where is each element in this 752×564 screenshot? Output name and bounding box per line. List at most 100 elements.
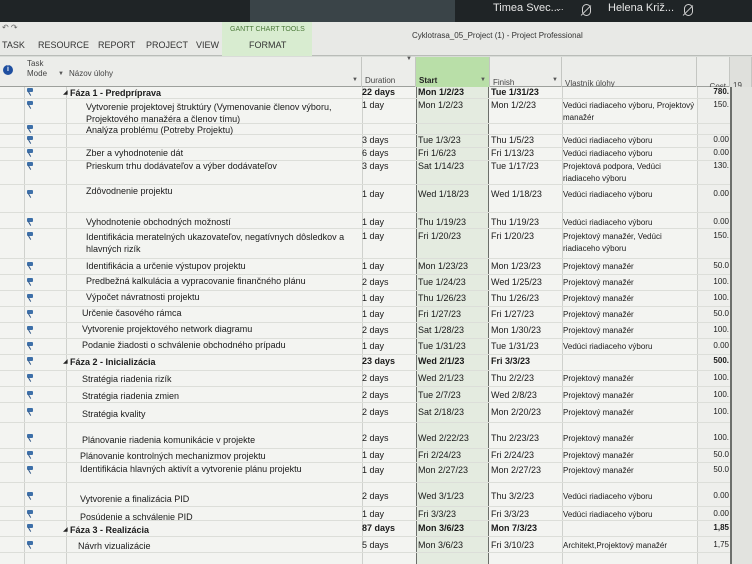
dropdown-arrow-icon[interactable]: ▼: [58, 71, 64, 82]
table-row[interactable]: Stratégia kvality 2 days Sat 2/18/23 Mon 2/…: [0, 403, 730, 423]
context-group-label: GANTT CHART TOOLS: [230, 26, 305, 33]
info-icon[interactable]: i: [3, 65, 13, 75]
tab-format[interactable]: FORMAT: [249, 40, 286, 50]
task-finish: Thu 1/5/23: [491, 135, 535, 145]
task-duration: 2 days: [362, 390, 389, 400]
manual-task-pin-icon: [26, 232, 34, 240]
tab-view[interactable]: VIEW: [196, 40, 219, 50]
summary-task-row[interactable]: ◢ Fáza 2 - Inicializácia 23 days Wed 2/1/23…: [0, 355, 730, 371]
task-duration: 1 day: [362, 100, 385, 110]
task-owner: Vedúci riadiaceho výboru: [563, 218, 653, 227]
task-duration: 23 days: [362, 356, 396, 366]
task-duration: 3 days: [362, 161, 389, 171]
col-start-label: Start: [419, 76, 438, 85]
task-start: Tue 1/24/23: [418, 277, 466, 287]
task-name: Plánovanie kontrolných mechanizmov proje…: [80, 451, 266, 461]
task-owner: Projektový manažér: [563, 326, 634, 335]
table-row[interactable]: Prieskum trhu dodávateľov a výber dodáva…: [0, 161, 730, 185]
task-owner: Vedúci riadiaceho výboru: [563, 342, 653, 351]
quick-access-toolbar-icon[interactable]: ↶ ↷: [2, 23, 18, 32]
task-cost: 0.00: [713, 509, 729, 518]
dropdown-arrow-icon[interactable]: ▼: [480, 77, 486, 83]
table-row[interactable]: Posúdenie a schválenie PID 1 day Fri 3/3/2…: [0, 507, 730, 522]
col-duration[interactable]: Duration ▼: [362, 56, 416, 87]
gantt-chart-area[interactable]: [730, 87, 752, 564]
collapse-toggle-icon[interactable]: ◢: [63, 526, 68, 533]
task-name: Identifikácia hlavných aktivít a vytvore…: [80, 464, 302, 474]
table-row[interactable]: Stratégia riadenia zmien 2 days Tue 2/7/23…: [0, 387, 730, 403]
col-owner[interactable]: Vlastník úlohy: [562, 57, 697, 88]
task-duration: 1 day: [362, 189, 385, 199]
col-finish-label: Finish: [493, 78, 515, 87]
table-row[interactable]: Analýza problému (Potreby Projektu): [0, 124, 730, 135]
task-duration: 1 day: [362, 261, 385, 271]
task-start: Sat 2/18/23: [418, 407, 465, 417]
collapse-toggle-icon[interactable]: ◢: [63, 89, 68, 96]
dropdown-arrow-icon[interactable]: ▼: [552, 77, 558, 83]
task-finish: Mon 1/2/23: [491, 100, 537, 110]
task-finish: Fri 1/20/23: [491, 231, 535, 241]
task-start: Mon 3/6/23: [418, 523, 465, 533]
tab-project[interactable]: PROJECT: [146, 40, 188, 50]
task-finish: Thu 1/26/23: [491, 293, 540, 303]
table-row[interactable]: Identifikácia a určenie výstupov projekt…: [0, 259, 730, 275]
table-row[interactable]: Vytvorenie projektovej štruktúry (Vymeno…: [0, 100, 730, 124]
task-cost: 100.: [713, 325, 729, 334]
table-row[interactable]: Určenie časového rámca 1 day Fri 1/27/23 Fr…: [0, 307, 730, 323]
dropdown-arrow-icon[interactable]: ▼: [352, 77, 358, 83]
task-start: Mon 1/23/23: [418, 261, 469, 271]
task-owner: Vedúci riadiaceho výboru: [563, 136, 653, 145]
col-finish[interactable]: Finish ▼: [490, 57, 562, 87]
summary-task-row[interactable]: ◢ Fáza 3 - Realizácia 87 days Mon 3/6/23 Mon…: [0, 521, 730, 537]
task-duration: 1 day: [362, 217, 385, 227]
table-row[interactable]: Návrh vizualizácie 5 days Mon 3/6/23 Fri 3/…: [0, 537, 730, 553]
task-cost: 0.00: [713, 217, 729, 226]
manual-task-pin-icon: [26, 492, 34, 500]
task-duration: 3 days: [362, 135, 389, 145]
task-name: Zdôvodnenie projektu: [86, 186, 173, 196]
table-row[interactable]: Predbežná kalkulácia a vypracovanie fina…: [0, 275, 730, 291]
table-row[interactable]: Plánovanie kontrolných mechanizmov proje…: [0, 449, 730, 463]
table-row[interactable]: Podanie žiadosti o schválenie obchodného…: [0, 339, 730, 355]
table-row[interactable]: Výpočet návratnosti projektu 1 day Thu 1/2…: [0, 291, 730, 307]
window-title: Cyklotrasa_05_Project (1) - Project Prof…: [412, 31, 583, 40]
participant-video: [250, 0, 455, 22]
col-cost[interactable]: Cost: [697, 57, 730, 91]
task-duration: 1 day: [362, 509, 385, 519]
dropdown-arrow-icon[interactable]: ▼: [406, 56, 412, 83]
task-owner: Projektový manažér: [563, 262, 634, 271]
table-row[interactable]: Identifikácia hlavných aktivít a vytvore…: [0, 463, 730, 483]
collapse-toggle-icon[interactable]: ◢: [63, 358, 68, 365]
table-row[interactable]: Identifikácia meratelných ukazovateľov, …: [0, 229, 730, 259]
table-row[interactable]: Vytvorenie a finalizácia PID 2 days Wed 3/…: [0, 483, 730, 507]
col-name-label: Názov úlohy: [69, 69, 114, 78]
manual-task-pin-icon: [26, 125, 34, 133]
task-name: Fáza 3 - Realizácia: [70, 525, 150, 535]
col-name[interactable]: Názov úlohy ▼: [66, 57, 362, 87]
gantt-timescale: 19: [730, 57, 752, 90]
task-owner: Projektový manažér: [563, 408, 634, 417]
table-row[interactable]: Vyhodnotenie obchodných možností 1 day Thu…: [0, 213, 730, 229]
task-name: Identifikácia meratelných ukazovateľov, …: [86, 232, 345, 254]
task-finish: Thu 1/19/23: [491, 217, 540, 227]
manual-task-pin-icon: [26, 408, 34, 416]
table-row[interactable]: Plánovanie riadenia komunikácie v projek…: [0, 423, 730, 449]
task-duration: 1 day: [362, 309, 385, 319]
task-name: Vytvorenie a finalizácia PID: [80, 494, 190, 504]
summary-task-row[interactable]: ◢ Fáza 1 - Predpríprava 22 days Mon 1/2/23 T…: [0, 87, 730, 99]
task-finish: Fri 1/27/23: [491, 309, 535, 319]
manual-task-pin-icon: [26, 326, 34, 334]
task-start: Fri 1/27/23: [418, 309, 462, 319]
table-row[interactable]: Stratégia riadenia rizík 2 days Wed 2/1/23…: [0, 371, 730, 387]
tab-report[interactable]: REPORT: [98, 40, 135, 50]
participant-more[interactable]: ...: [556, 2, 564, 12]
task-cost: 100.: [713, 373, 729, 382]
ribbon: ↶ ↷ GANTT CHART TOOLS TASK RESOURCE REPO…: [0, 22, 752, 56]
task-name: Stratégia kvality: [82, 409, 146, 419]
tab-task[interactable]: TASK: [2, 40, 25, 50]
col-start[interactable]: Start ▼: [416, 57, 490, 87]
table-row[interactable]: Zdôvodnenie projektu 1 day Wed 1/18/23 Wed …: [0, 185, 730, 213]
tab-resource[interactable]: RESOURCE: [38, 40, 89, 50]
table-row[interactable]: Vytvorenie projektového network diagramu…: [0, 323, 730, 339]
task-owner: Vedúci riadiaceho výboru: [563, 190, 653, 199]
